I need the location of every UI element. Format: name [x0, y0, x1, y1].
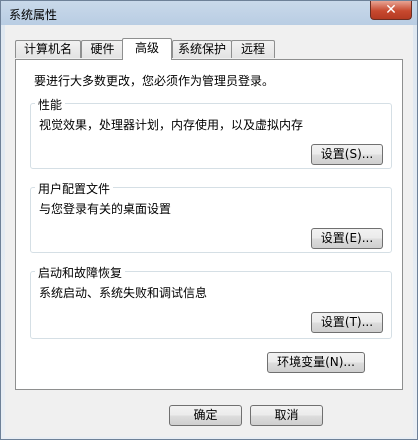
ok-button[interactable]: 确定: [169, 405, 242, 426]
advanced-tab-panel: 要进行大多数更改，您必须作为管理员登录。 性能 视觉效果，处理器计划，内存使用，…: [15, 59, 403, 390]
performance-settings-button[interactable]: 设置(S)...: [311, 144, 383, 165]
performance-group: 性能 视觉效果，处理器计划，内存使用，以及虚拟内存 设置(S)...: [30, 96, 392, 169]
system-properties-window: 系统属性 ✕ 计算机名 硬件 高级 系统保护 远程 要进行大多数更改，您必须作为…: [0, 0, 418, 440]
tab-advanced[interactable]: 高级: [122, 38, 172, 60]
startup-recovery-description: 系统启动、系统失败和调试信息: [39, 286, 208, 300]
user-profile-description: 与您登录有关的桌面设置: [39, 202, 172, 216]
tab-hardware[interactable]: 硬件: [81, 40, 124, 58]
performance-title: 性能: [35, 96, 66, 113]
startup-recovery-settings-button[interactable]: 设置(T)...: [311, 312, 383, 333]
startup-recovery-group: 启动和故障恢复 系统启动、系统失败和调试信息 设置(T)...: [30, 264, 392, 339]
admin-notice: 要进行大多数更改，您必须作为管理员登录。: [34, 74, 275, 88]
dialog-client-area: 计算机名 硬件 高级 系统保护 远程 要进行大多数更改，您必须作为管理员登录。 …: [5, 25, 413, 437]
user-profile-group: 用户配置文件 与您登录有关的桌面设置 设置(E)...: [30, 180, 392, 253]
user-profile-title: 用户配置文件: [35, 180, 114, 197]
tab-computer-name[interactable]: 计算机名: [15, 40, 81, 58]
tab-system-protection[interactable]: 系统保护: [172, 40, 232, 58]
tab-remote[interactable]: 远程: [231, 40, 275, 58]
close-icon: ✕: [385, 2, 397, 18]
cancel-button[interactable]: 取消: [250, 405, 323, 426]
title-bar[interactable]: 系统属性 ✕: [1, 1, 417, 25]
window-title: 系统属性: [9, 8, 58, 22]
user-profile-settings-button[interactable]: 设置(E)...: [311, 228, 383, 249]
close-button[interactable]: ✕: [370, 1, 412, 20]
performance-description: 视觉效果，处理器计划，内存使用，以及虚拟内存: [39, 118, 304, 132]
environment-variables-button[interactable]: 环境变量(N)...: [267, 352, 365, 373]
startup-recovery-title: 启动和故障恢复: [35, 264, 126, 281]
